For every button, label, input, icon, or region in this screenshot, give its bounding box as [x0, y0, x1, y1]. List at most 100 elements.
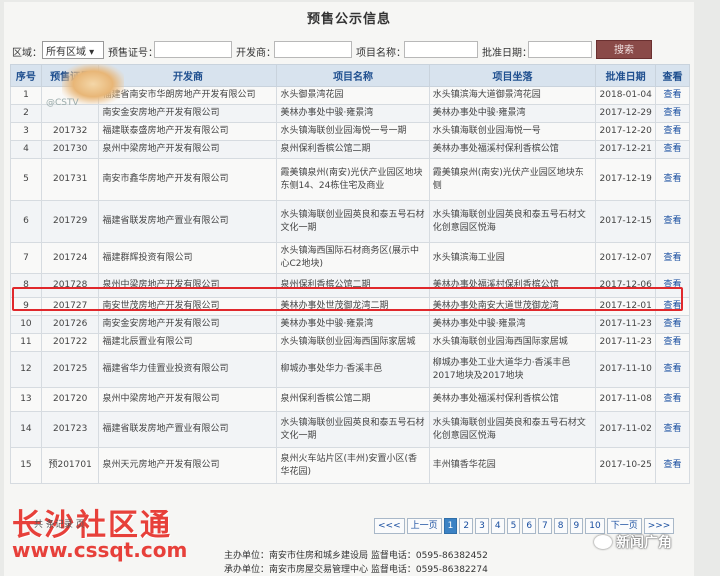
view-link[interactable]: 查看	[663, 174, 681, 184]
cell-project: 美林办事处中骏·雍景湾	[276, 315, 430, 334]
cell-date: 2017-11-23	[595, 315, 656, 334]
cell-location: 美林办事处中骏·雍景湾	[428, 104, 597, 123]
view-link[interactable]: 查看	[663, 90, 681, 100]
page-container: 预售公示信息 区域： 所有区域 ▾ 预售证号： 开发商： 项目名称： 批准日期：…	[4, 2, 694, 576]
presale-input[interactable]	[154, 41, 232, 58]
cell-cert: 201720	[40, 387, 100, 412]
cell-project: 泉州保利香槟公馆二期	[276, 387, 430, 412]
table-row: 6 201729 福建省联发房地产置业有限公司 水头镇海联创业园英良和泰五号石材文化一…	[10, 200, 690, 243]
cell-date: 2017-10-25	[595, 447, 656, 484]
cell-view: 查看	[655, 333, 690, 352]
cell-no: 10	[10, 315, 42, 334]
view-link[interactable]: 查看	[663, 337, 681, 347]
cell-location: 柳城办事处工业大道华力·香溪丰邑2017地块及2017地块	[428, 351, 597, 388]
cell-location: 水头镇滨海大道御景湾花园	[428, 86, 597, 105]
table-row: 12 201725 福建省华力佳置业投资有限公司 柳城办事处华力·香溪丰邑 柳城办事处工…	[10, 351, 690, 388]
pager-page-7[interactable]: 7	[538, 518, 552, 534]
cell-no: 13	[10, 387, 42, 412]
cell-no: 15	[10, 447, 42, 484]
cell-location: 水头镇海联创业园海西国际家居城	[428, 333, 597, 352]
cell-cert: 预201701	[40, 447, 100, 484]
view-link[interactable]: 查看	[663, 280, 681, 290]
view-link[interactable]: 查看	[663, 126, 681, 136]
cell-date: 2017-11-10	[595, 351, 656, 388]
cell-date: 2017-11-23	[595, 333, 656, 352]
view-link[interactable]: 查看	[663, 253, 681, 263]
cell-date: 2017-12-19	[595, 158, 656, 201]
cell-project: 水头御景湾花园	[276, 86, 430, 105]
region-label: 区域：	[12, 48, 42, 59]
cell-developer: 福建群辉投资有限公司	[98, 242, 278, 274]
view-link[interactable]: 查看	[663, 144, 681, 154]
cell-view: 查看	[655, 86, 690, 105]
pager-page-1[interactable]: 1	[443, 518, 458, 534]
pager-page-4[interactable]: 4	[490, 518, 505, 534]
cell-view: 查看	[655, 200, 690, 243]
pager-prev[interactable]: 上一页	[406, 518, 442, 534]
search-button[interactable]: 搜索	[596, 40, 652, 59]
cell-view: 查看	[655, 122, 690, 141]
pager-page-5[interactable]: 5	[506, 518, 521, 534]
table-row: 3 201732 福建联泰盛房地产开发有限公司 水头镇海联创业园海悦一号一期 水头镇海联…	[10, 122, 690, 141]
cell-view: 查看	[655, 104, 690, 123]
cell-developer: 南安金安房地产开发有限公司	[98, 104, 278, 123]
cell-developer: 福建北辰置业有限公司	[98, 333, 278, 352]
cell-cert: 201727	[40, 297, 100, 316]
cell-no: 1	[10, 86, 42, 105]
presale-label: 预售证号：	[108, 48, 158, 59]
cell-location: 丰州镇香华花园	[428, 447, 597, 484]
view-link[interactable]: 查看	[663, 108, 681, 118]
cell-no: 11	[10, 333, 42, 352]
cell-view: 查看	[655, 140, 690, 159]
pager-first[interactable]: <<<	[374, 518, 405, 534]
view-link[interactable]: 查看	[663, 301, 681, 311]
cell-date: 2017-12-06	[595, 273, 656, 298]
project-input[interactable]	[404, 41, 478, 58]
pager-page-2[interactable]: 2	[459, 518, 474, 534]
header-no: 序号	[10, 64, 42, 87]
cell-location: 美林办事处福溪村保利香槟公馆	[428, 387, 597, 412]
news-watermark: 新闻广角	[594, 532, 672, 552]
cell-date: 2017-12-20	[595, 122, 656, 141]
table-row: 11 201722 福建北辰置业有限公司 水头镇海联创业园海西国际家居城 水头镇海联创业…	[10, 333, 690, 352]
view-link[interactable]: 查看	[663, 424, 681, 434]
cell-developer: 南安世茂房地产开发有限公司	[98, 297, 278, 316]
cell-view: 查看	[655, 387, 690, 412]
partial-record-count: 共 条记录 页	[34, 520, 85, 530]
cell-project: 泉州火车站片区(丰州)安置小区(香华花园)	[276, 447, 430, 484]
cell-project: 柳城办事处华力·香溪丰邑	[276, 351, 430, 388]
cell-location: 水头镇滨海工业园	[428, 242, 597, 274]
pager-page-8[interactable]: 8	[553, 518, 568, 534]
cell-cert: 201725	[40, 351, 100, 388]
cell-view: 查看	[655, 411, 690, 448]
view-link[interactable]: 查看	[663, 319, 681, 329]
cell-no: 3	[10, 122, 42, 141]
cell-location: 美林办事处福溪村保利香槟公馆	[428, 273, 597, 298]
date-label: 批准日期：	[482, 48, 532, 59]
view-link[interactable]: 查看	[663, 460, 681, 470]
header-location: 项目坐落	[428, 64, 597, 87]
date-input[interactable]	[528, 41, 592, 58]
presale-table: 序号 预售证号 开发商 项目名称 项目坐落 批准日期 查看 1福建省南安市华朗房…	[10, 64, 690, 484]
pager-page-9[interactable]: 9	[569, 518, 584, 534]
view-link[interactable]: 查看	[663, 364, 681, 374]
cell-view: 查看	[655, 351, 690, 388]
cell-project: 水头镇海联创业园海悦一号一期	[276, 122, 430, 141]
developer-input[interactable]	[274, 41, 352, 58]
header-project: 项目名称	[276, 64, 430, 87]
cell-cert: 201732	[40, 122, 100, 141]
table-row: 10 201726 南安金安房地产开发有限公司 美林办事处中骏·雍景湾 美林办事处中骏·…	[10, 315, 690, 334]
table-row: 4 201730 泉州中梁房地产开发有限公司 泉州保利香槟公馆二期 美林办事处福溪村保利…	[10, 140, 690, 159]
cell-location: 水头镇海联创业园海悦一号	[428, 122, 597, 141]
view-link[interactable]: 查看	[663, 216, 681, 226]
cell-location: 美林办事处中骏·雍景湾	[428, 315, 597, 334]
view-link[interactable]: 查看	[663, 394, 681, 404]
table-row: 9 201727 南安世茂房地产开发有限公司 美林办事处世茂御龙湾二期 美林办事处南安大…	[10, 297, 690, 316]
developer-label: 开发商：	[236, 48, 276, 59]
cell-date: 2017-12-01	[595, 297, 656, 316]
region-select[interactable]: 所有区域 ▾	[42, 41, 104, 59]
pager-page-6[interactable]: 6	[522, 518, 537, 534]
pager-page-3[interactable]: 3	[475, 518, 489, 534]
cell-developer: 泉州中梁房地产开发有限公司	[98, 273, 278, 298]
table-row: 13 201720 泉州中梁房地产开发有限公司 泉州保利香槟公馆二期 美林办事处福溪村保…	[10, 387, 690, 412]
